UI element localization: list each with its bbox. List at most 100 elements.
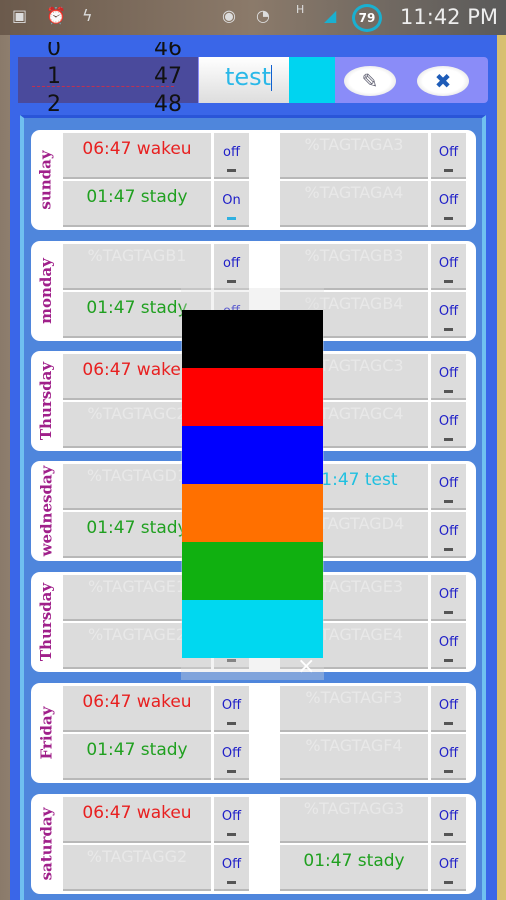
toggle-label: Off [438,809,459,824]
toggle-label: Off [438,193,459,208]
toggle-indicator [444,169,453,172]
toggle-label: Off [438,145,459,160]
minute-prev[interactable]: 46 [148,42,188,61]
status-bar: ▣ ⏰ ϟ ◉ ◔ H ◢ 79 11:42 PM [0,0,506,35]
alarm-toggle[interactable]: off [214,244,249,290]
toggle-indicator [444,611,453,614]
alarm-toggle[interactable]: Off [431,734,466,780]
color-swatch[interactable] [182,426,323,484]
toggle-label: Off [438,414,459,429]
toggle-indicator [444,833,453,836]
color-swatch[interactable] [182,368,323,426]
alarm-slot[interactable]: 01:47 stady [280,845,428,891]
toggle-label: Off [221,746,242,761]
close-popup-icon[interactable]: × [297,654,315,679]
alarm-toggle[interactable]: Off [431,181,466,227]
alarm-slot[interactable]: 01:47 stady [63,181,211,227]
day-name: wednesday [37,465,56,557]
toggle-label: Off [438,857,459,872]
toggle-indicator [444,438,453,441]
alarm-slot[interactable]: 01:47 stady [63,734,211,780]
alarm-toggle[interactable]: Off [214,686,249,732]
flash-icon: ϟ [82,6,93,25]
toggle-label: off [223,145,240,160]
color-swatch[interactable] [182,484,323,542]
time-picker[interactable]: 0 1 2 46 47 48 [18,42,198,112]
alarm-toggle[interactable]: Off [214,734,249,780]
toggle-label: Off [438,256,459,271]
alarm-slot[interactable]: 06:47 wakeu [63,686,211,732]
signal-icon: ◢ [324,6,337,25]
day-label: sunday [31,130,61,230]
alarm-slot[interactable]: %TAGTAGG3 [280,797,428,843]
alarm-toggle[interactable]: Off [431,133,466,179]
alarm-toggle[interactable]: Off [431,575,466,621]
color-swatch[interactable] [182,310,323,368]
label-input[interactable]: test [199,57,289,103]
hour-next[interactable]: 2 [34,92,74,112]
alarm-toggle[interactable]: Off [431,464,466,510]
toggle-label: Off [221,698,242,713]
alarm-toggle[interactable]: Off [431,402,466,448]
day-label: Thursday [31,351,61,451]
sync-icon: ◔ [256,6,270,25]
toggle-label: Off [438,304,459,319]
alarm-toggle[interactable]: Off [431,686,466,732]
toggle-indicator [227,833,236,836]
alarm-toggle[interactable]: Off [431,845,466,891]
color-swatch[interactable] [182,600,323,658]
alarm-slot[interactable]: %TAGTAGB1 [63,244,211,290]
toggle-indicator [227,770,236,773]
alarm-slot[interactable]: %TAGTAGB3 [280,244,428,290]
alarm-toggle[interactable]: Off [431,244,466,290]
alarm-toggle[interactable]: Off [431,512,466,558]
day-name: monday [37,258,55,324]
toggle-indicator [444,500,453,503]
toggle-label: off [223,256,240,271]
alarm-toggle[interactable]: Off [431,292,466,338]
edit-icon: ✎ [361,69,379,93]
alarm-slot[interactable]: 06:47 wakeu [63,797,211,843]
toggle-indicator [227,722,236,725]
toggle-indicator [227,881,236,884]
alarm-toggle[interactable]: Off [431,797,466,843]
alarm-slot[interactable]: %TAGTAGF3 [280,686,428,732]
alarm-toggle[interactable]: Off [431,623,466,669]
alarm-slot[interactable]: %TAGTAGA3 [280,133,428,179]
network-type: H [296,3,305,16]
toggle-indicator [444,328,453,331]
alarm-toggle[interactable]: Off [214,845,249,891]
color-swatch[interactable] [182,542,323,600]
close-x-icon: ✖ [434,69,452,93]
toggle-label: Off [438,698,459,713]
alarm-toggle[interactable]: Off [214,797,249,843]
toggle-indicator [444,770,453,773]
alarm-toggle[interactable]: Off [431,354,466,400]
color-selector[interactable] [289,57,335,103]
alarm-slot[interactable]: 06:47 wakeu [63,133,211,179]
alarm-slot[interactable]: %TAGTAGG2 [63,845,211,891]
toggle-indicator [444,390,453,393]
toggle-indicator [444,280,453,283]
alarm-toggle[interactable]: On [214,181,249,227]
day-label: monday [31,241,61,341]
hour-prev[interactable]: 0 [34,42,74,61]
alarm-toggle[interactable]: off [214,133,249,179]
alarm-slot[interactable]: %TAGTAGF4 [280,734,428,780]
label-input-value: test [225,63,272,91]
toggle-indicator [444,659,453,662]
day-name: sunday [37,150,55,210]
toggle-label: Off [438,476,459,491]
minute-next[interactable]: 48 [148,92,188,112]
toggle-label: Off [438,524,459,539]
toggle-indicator [227,280,236,283]
color-popup: × [181,288,324,680]
alarm-slot[interactable]: %TAGTAGA4 [280,181,428,227]
gallery-icon: ▣ [12,6,28,25]
delete-button[interactable]: ✖ [417,66,469,96]
day-label: Thursday [31,572,61,672]
clock: 11:42 PM [400,5,498,29]
save-button[interactable]: ✎ [344,66,396,96]
toggle-indicator [444,217,453,220]
toggle-indicator [444,722,453,725]
